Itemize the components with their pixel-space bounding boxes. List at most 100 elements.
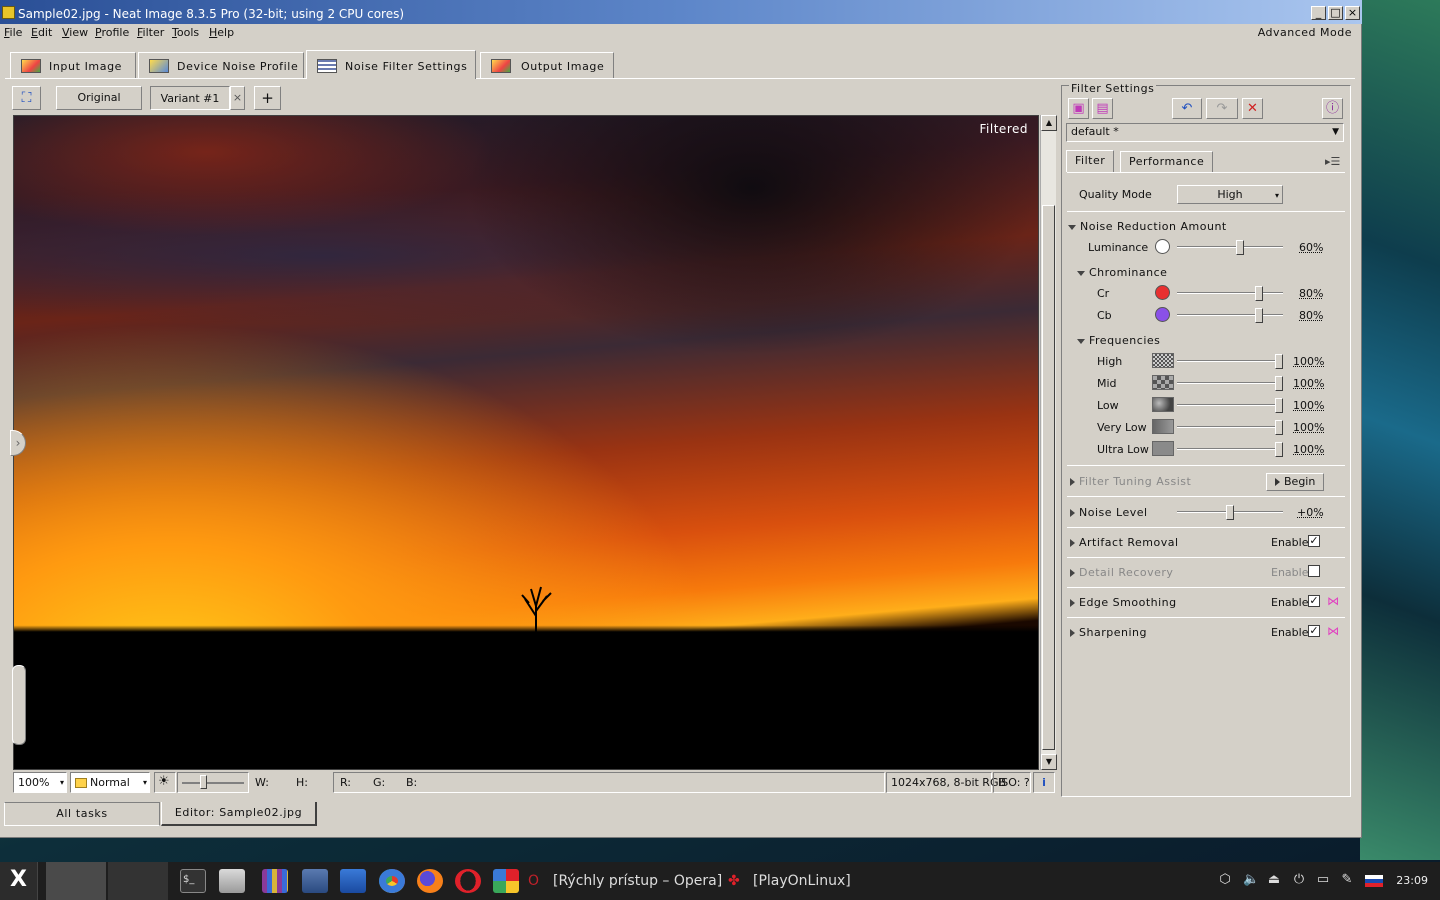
tab-device-noise-profile[interactable]: Device Noise Profile	[138, 52, 304, 78]
close-variant-icon[interactable]: ×	[230, 86, 245, 110]
brightness-slider[interactable]	[177, 772, 249, 793]
freq-ultra-low-slider[interactable]	[1177, 442, 1283, 457]
freq-very-low-slider[interactable]	[1177, 420, 1283, 435]
power-icon[interactable]: ⏻	[1292, 872, 1306, 888]
eject-icon[interactable]: ⏏	[1267, 872, 1281, 888]
scroll-thumb[interactable]	[1042, 205, 1055, 750]
viewer-scrollbar[interactable]: ▲ ▼	[1040, 115, 1057, 770]
menu-tools[interactable]: Tools	[172, 26, 199, 39]
detail-recovery-enable-checkbox[interactable]	[1308, 565, 1320, 577]
minimize-button[interactable]: _	[1311, 6, 1326, 20]
panel-menu-icon[interactable]: ▸☰	[1325, 155, 1340, 168]
noise-level-header[interactable]: Noise Level	[1070, 506, 1148, 519]
tab-all-tasks[interactable]: All tasks	[4, 802, 160, 826]
maximize-button[interactable]: □	[1328, 6, 1343, 20]
zoom-select[interactable]: 100% ▾	[13, 772, 67, 793]
edge-smoothing-enable-checkbox[interactable]: ✓	[1308, 595, 1320, 607]
redo-icon[interactable]: ↷	[1206, 98, 1238, 119]
freq-low-slider[interactable]	[1177, 398, 1283, 413]
package-icon[interactable]: ⬡	[1218, 872, 1232, 888]
quality-mode-select[interactable]: High ▾	[1177, 185, 1283, 204]
view-mode-select[interactable]: Normal ▾	[70, 772, 150, 793]
scroll-down-icon[interactable]: ▼	[1041, 754, 1057, 770]
subtab-filter[interactable]: Filter	[1066, 150, 1115, 172]
cb-value[interactable]: 80%	[1299, 309, 1323, 322]
freq-ultra-low-value[interactable]: 100%	[1293, 443, 1324, 456]
menu-filter[interactable]: Filter	[137, 26, 164, 39]
screenshot-icon[interactable]	[302, 869, 328, 893]
chrominance-header[interactable]: Chrominance	[1077, 266, 1167, 279]
chrome-icon[interactable]	[379, 869, 405, 893]
freq-mid-slider[interactable]	[1177, 376, 1283, 391]
noise-level-value[interactable]: +0%	[1297, 506, 1324, 519]
firefox-icon[interactable]	[417, 869, 443, 893]
workspace-2[interactable]	[108, 862, 168, 900]
task-opera[interactable]: [Rýchly prístup – Opera]	[553, 873, 722, 889]
preset-select[interactable]: default * ▼	[1066, 123, 1344, 142]
add-variant-button[interactable]: +	[254, 86, 281, 110]
menu-edit[interactable]: Edit	[31, 26, 52, 39]
artifact-removal-enable-checkbox[interactable]: ✓	[1308, 535, 1320, 547]
original-button[interactable]: Original	[56, 86, 142, 110]
menu-view[interactable]: View	[62, 26, 88, 39]
edge-smoothing-header[interactable]: Edge Smoothing	[1070, 596, 1177, 609]
freq-high-slider[interactable]	[1177, 354, 1283, 369]
save-icon[interactable]: ▤	[1092, 98, 1113, 119]
task-playonlinux[interactable]: [PlayOnLinux]	[753, 873, 851, 889]
tab-input-image[interactable]: Input Image	[10, 52, 136, 78]
clipboard-icon[interactable]: ✎	[1340, 872, 1354, 888]
brightness-thumb[interactable]	[200, 775, 207, 789]
sharpening-enable-checkbox[interactable]: ✓	[1308, 625, 1320, 637]
variant-1-tab[interactable]: Variant #1	[150, 86, 230, 110]
freq-low-value[interactable]: 100%	[1293, 399, 1324, 412]
sharpening-header[interactable]: Sharpening	[1070, 626, 1147, 639]
edge-smoothing-preview-icon[interactable]: ⋈	[1327, 594, 1339, 608]
cb-slider[interactable]	[1177, 308, 1283, 323]
noise-reduction-header[interactable]: Noise Reduction Amount	[1068, 220, 1227, 233]
artifact-removal-header[interactable]: Artifact Removal	[1070, 536, 1179, 549]
menu-profile[interactable]: Profile	[95, 26, 129, 39]
tab-output-image[interactable]: Output Image	[480, 52, 614, 78]
brightness-icon[interactable]: ☀	[154, 772, 176, 793]
title-bar[interactable]: Sample02.jpg - Neat Image 8.3.5 Pro (32-…	[0, 0, 1362, 24]
display-icon[interactable]: ▭	[1316, 872, 1330, 888]
subtab-performance[interactable]: Performance	[1120, 151, 1214, 172]
luminance-slider[interactable]	[1177, 240, 1283, 255]
freq-very-low-value[interactable]: 100%	[1293, 421, 1324, 434]
keyboard-layout-flag-icon[interactable]	[1365, 875, 1383, 887]
begin-button[interactable]: Begin	[1266, 473, 1324, 491]
close-window-button[interactable]: ×	[1345, 6, 1360, 20]
sharpening-preview-icon[interactable]: ⋈	[1327, 624, 1339, 638]
start-menu-icon[interactable]: X	[0, 862, 38, 900]
tab-editor-sample02[interactable]: Editor: Sample02.jpg	[161, 802, 317, 826]
playonlinux-icon[interactable]	[493, 869, 519, 893]
open-folder-icon[interactable]: ▣	[1068, 98, 1089, 119]
side-panel-handle[interactable]	[12, 665, 26, 745]
freq-high-value[interactable]: 100%	[1293, 355, 1324, 368]
info-icon[interactable]: i	[1033, 772, 1055, 793]
detail-recovery-header[interactable]: Detail Recovery	[1070, 566, 1173, 579]
reset-icon[interactable]: ✕	[1242, 98, 1263, 119]
tab-noise-filter-settings[interactable]: Noise Filter Settings	[306, 50, 476, 79]
scroll-up-icon[interactable]: ▲	[1041, 115, 1057, 131]
info-circle-icon[interactable]: ⓘ	[1322, 98, 1343, 119]
cr-slider[interactable]	[1177, 286, 1283, 301]
file-manager-icon[interactable]	[219, 869, 245, 893]
filter-tuning-assist-header[interactable]: Filter Tuning Assist	[1070, 475, 1191, 488]
terminal-icon[interactable]: $_	[180, 869, 206, 893]
cr-value[interactable]: 80%	[1299, 287, 1323, 300]
advanced-mode-link[interactable]: Advanced Mode	[1258, 26, 1352, 39]
opera-icon[interactable]	[455, 869, 481, 893]
menu-file[interactable]: File	[4, 26, 22, 39]
freq-mid-value[interactable]: 100%	[1293, 377, 1324, 390]
image-preview[interactable]: Filtered	[13, 115, 1039, 770]
luminance-value[interactable]: 60%	[1299, 241, 1323, 254]
fit-view-icon[interactable]: ⛶	[12, 86, 41, 110]
undo-icon[interactable]: ↶	[1172, 98, 1202, 119]
volume-icon[interactable]: 🔈	[1243, 872, 1259, 888]
menu-help[interactable]: Help	[209, 26, 234, 39]
text-editor-icon[interactable]	[340, 869, 366, 893]
noise-level-slider[interactable]	[1177, 505, 1283, 520]
workspace-1[interactable]	[46, 862, 106, 900]
archive-manager-icon[interactable]	[262, 869, 288, 893]
